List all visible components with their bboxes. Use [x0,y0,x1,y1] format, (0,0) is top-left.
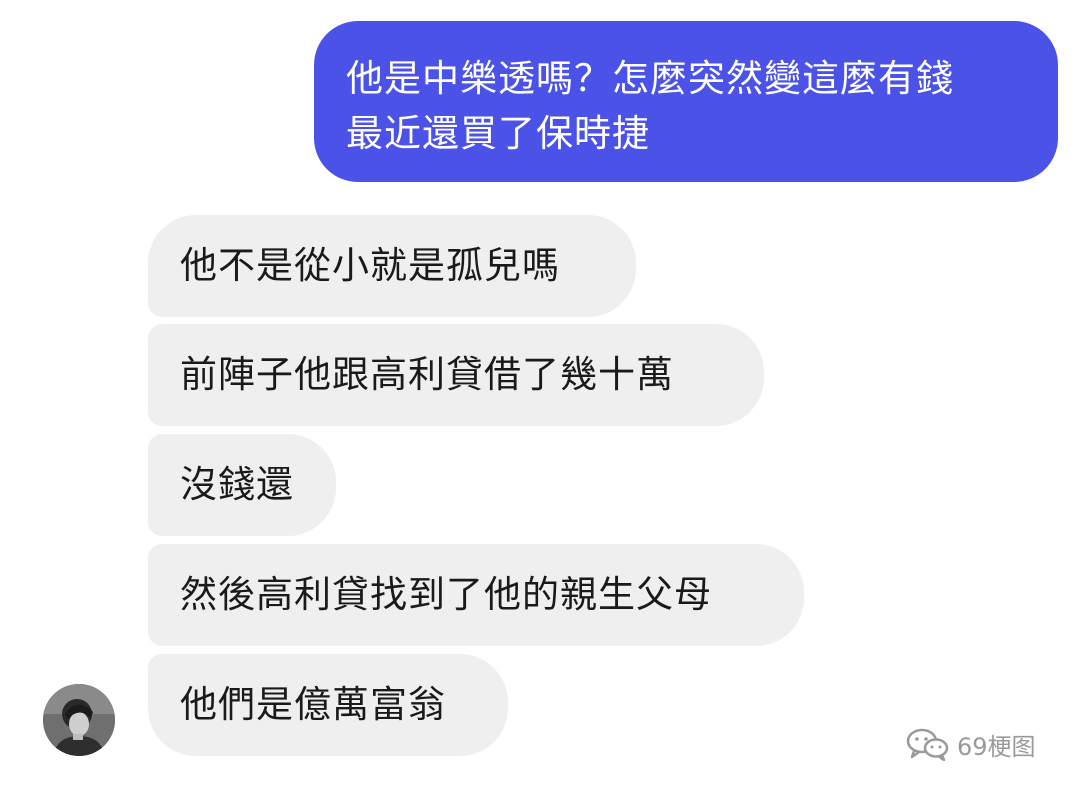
message-text: 他不是從小就是孤兒嗎 [180,244,560,287]
message-text: 然後高利貸找到了他的親生父母 [180,573,712,616]
user-avatar-photo-icon [43,684,115,756]
chat-thread: 他是中樂透嗎？怎麼突然變這麼有錢 最近還買了保時捷 他不是從小就是孤兒嗎 前陣子… [0,0,1080,791]
message-text: 他們是億萬富翁 [180,683,446,726]
incoming-message-bubble[interactable]: 他們是億萬富翁 [148,654,508,756]
incoming-message-bubble[interactable]: 前陣子他跟高利貸借了幾十萬 [148,324,764,426]
watermark-text: 69梗图 [957,732,1036,761]
incoming-message-bubble[interactable]: 然後高利貸找到了他的親生父母 [148,544,804,646]
incoming-message-bubble[interactable]: 他不是從小就是孤兒嗎 [148,215,636,317]
incoming-message-bubble[interactable]: 沒錢還 [148,434,336,536]
message-text-line: 最近還買了保時捷 [346,112,650,155]
watermark: 69梗图 [905,724,1036,764]
message-text-line: 他是中樂透嗎？怎麼突然變這麼有錢 [346,57,954,100]
message-text: 沒錢還 [180,463,294,506]
outgoing-message-bubble[interactable]: 他是中樂透嗎？怎麼突然變這麼有錢 最近還買了保時捷 [314,21,1058,182]
message-text: 前陣子他跟高利貸借了幾十萬 [180,353,674,396]
wechat-icon [906,728,949,761]
avatar[interactable] [43,684,115,756]
